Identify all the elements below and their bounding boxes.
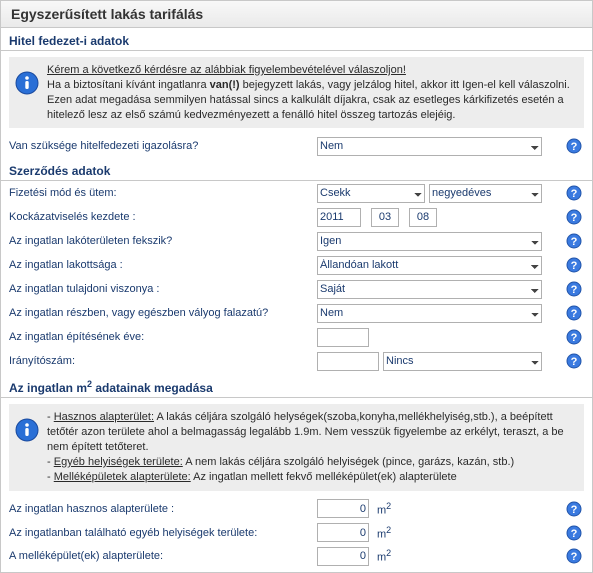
help-icon[interactable]	[564, 329, 584, 345]
input-useful-area[interactable]	[317, 499, 369, 518]
unit-m2: m2	[377, 501, 391, 517]
info-text: - Hasznos alapterület: A lakás céljára s…	[47, 410, 576, 484]
section-contract-data: Szerződés adatok	[1, 160, 592, 181]
label-occupancy: Az ingatlan lakottsága :	[9, 259, 317, 271]
label-payment-mode: Fizetési mód és ütem:	[9, 187, 317, 199]
help-icon[interactable]	[564, 185, 584, 201]
help-icon[interactable]	[564, 305, 584, 321]
label-ownership: Az ingatlan tulajdoni viszonya :	[9, 283, 317, 295]
help-icon[interactable]	[564, 257, 584, 273]
label-residential-area: Az ingatlan lakóterületen fekszik?	[9, 235, 317, 247]
input-postal-code[interactable]	[317, 352, 379, 371]
unit-m2: m2	[377, 525, 391, 541]
section-credit-data: Hitel fedezet-i adatok	[1, 30, 592, 51]
info-text: Kérem a következő kérdésre az alábbiak f…	[47, 63, 576, 122]
select-occupancy[interactable]: Állandóan lakott	[317, 256, 542, 275]
help-icon[interactable]	[564, 501, 584, 517]
tariff-panel: Egyszerűsített lakás tarifálás Hitel fed…	[0, 0, 593, 573]
input-month[interactable]	[371, 208, 399, 227]
input-year[interactable]	[317, 208, 361, 227]
select-need-credit-cert[interactable]: Nem	[317, 137, 542, 156]
help-icon[interactable]	[564, 233, 584, 249]
select-payment-method[interactable]: Csekk	[317, 184, 425, 203]
label-other-rooms-area: Az ingatlanban található egyéb helyisége…	[9, 527, 317, 539]
label-need-credit-cert: Van szüksége hitelfedezeti igazolásra?	[9, 140, 317, 152]
select-ownership[interactable]: Saját	[317, 280, 542, 299]
select-adobe-walls[interactable]: Nem	[317, 304, 542, 323]
input-day[interactable]	[409, 208, 437, 227]
label-postal-code: Irányítószám:	[9, 355, 317, 367]
info-icon	[15, 63, 39, 95]
label-useful-area: Az ingatlan hasznos alapterülete :	[9, 503, 317, 515]
info-box-area: - Hasznos alapterület: A lakás céljára s…	[9, 404, 584, 490]
help-icon[interactable]	[564, 353, 584, 369]
info-icon	[15, 410, 39, 442]
select-residential-area[interactable]: Igen	[317, 232, 542, 251]
help-icon[interactable]	[564, 281, 584, 297]
panel-title: Egyszerűsített lakás tarifálás	[1, 1, 592, 28]
section-area-data: Az ingatlan m2 adatainak megadása	[1, 375, 592, 398]
select-postal-city[interactable]: Nincs	[383, 352, 542, 371]
select-payment-frequency[interactable]: negyedéves	[429, 184, 542, 203]
input-build-year[interactable]	[317, 328, 369, 347]
help-icon[interactable]	[564, 209, 584, 225]
input-outbuilding-area[interactable]	[317, 547, 369, 566]
input-other-rooms-area[interactable]	[317, 523, 369, 542]
help-icon[interactable]	[564, 525, 584, 541]
label-outbuilding-area: A melléképület(ek) alapterülete:	[9, 550, 317, 562]
label-build-year: Az ingatlan építésének éve:	[9, 331, 317, 343]
help-icon[interactable]	[564, 138, 584, 154]
label-adobe-walls: Az ingatlan részben, vagy egészben vályo…	[9, 307, 317, 319]
info-box-credit: Kérem a következő kérdésre az alábbiak f…	[9, 57, 584, 128]
label-risk-start: Kockázatviselés kezdete :	[9, 211, 317, 223]
